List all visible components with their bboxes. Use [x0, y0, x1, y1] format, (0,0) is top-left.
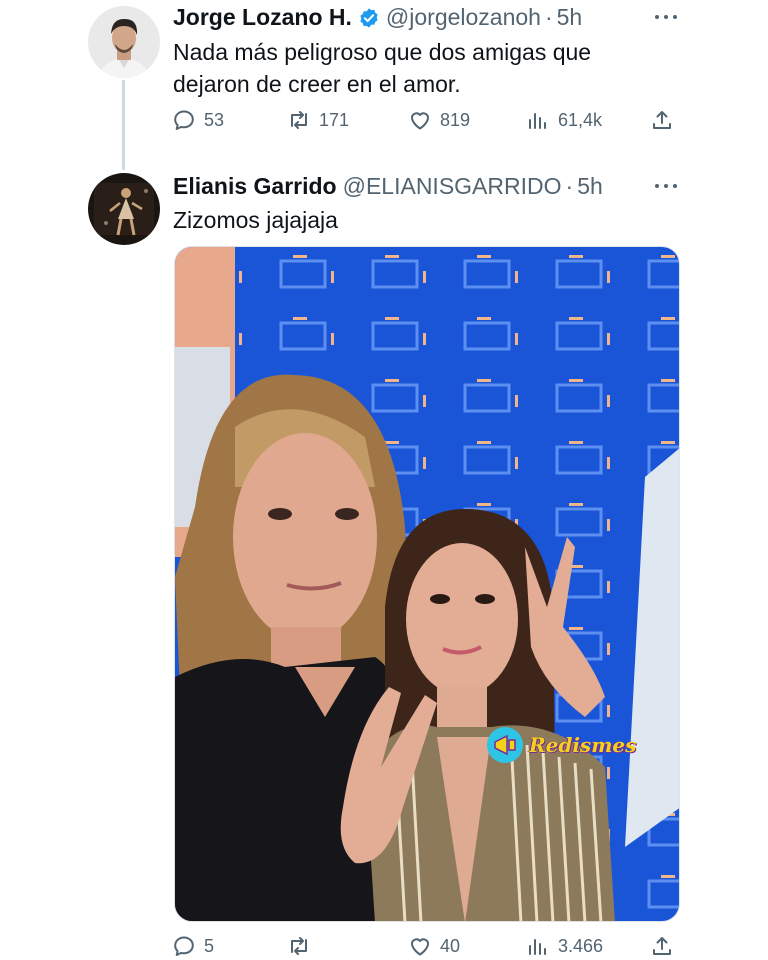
avatar-elianis[interactable] [88, 173, 160, 245]
tweet-time[interactable]: 5h [557, 4, 583, 31]
tweet-photo[interactable]: Redismes [174, 246, 680, 922]
author-name[interactable]: Elianis Garrido [173, 173, 337, 200]
separator-dot: · [544, 4, 553, 30]
more-icon[interactable] [654, 12, 680, 22]
reply-count: 53 [204, 109, 225, 130]
views-count: 61,4k [558, 109, 603, 130]
views-count: 3.466 [558, 935, 604, 956]
author-handle[interactable]: @ELIANISGARRIDO [343, 173, 562, 200]
retweet-button[interactable]: 171 [287, 108, 349, 132]
like-count: 40 [440, 935, 461, 956]
like-button[interactable]: 40 [408, 934, 460, 958]
views-icon [529, 939, 546, 955]
heart-icon [411, 112, 429, 130]
heart-icon [411, 938, 429, 956]
like-count: 819 [440, 109, 471, 130]
reply-icon [174, 110, 194, 130]
share-icon [653, 111, 671, 129]
tweet1-header: Jorge Lozano H. @jorgelozanoh · 5h [173, 4, 582, 31]
separator-dot: · [565, 173, 574, 199]
share-icon [653, 937, 671, 955]
reply-icon [174, 936, 194, 956]
views-icon [529, 113, 546, 129]
views-button[interactable]: 61,4k [526, 108, 602, 132]
thread-line [122, 80, 125, 170]
tweet1-text-line1: Nada más peligroso que dos amigas que [173, 39, 592, 65]
tweet1-text-line2: dejaron de creer en el amor. [173, 71, 461, 97]
retweet-count: 171 [319, 109, 350, 130]
retweet-button[interactable] [287, 934, 319, 958]
tweet2-text: Zizomos jajajaja [173, 207, 338, 233]
megaphone-logo-icon [487, 727, 523, 763]
watermark: Redismes [485, 725, 636, 765]
like-button[interactable]: 819 [408, 108, 470, 132]
author-handle[interactable]: @jorgelozanoh [386, 4, 541, 31]
tweet2-actions: 5 40 3.466 [172, 934, 682, 960]
tweet1-actions: 53 171 819 61,4k [172, 108, 682, 138]
reply-button[interactable]: 53 [172, 108, 224, 132]
more-icon[interactable] [654, 181, 680, 191]
share-button[interactable] [650, 108, 682, 132]
reply-button[interactable]: 5 [172, 934, 214, 958]
tweet-time[interactable]: 5h [577, 173, 603, 200]
reply-count: 5 [204, 935, 215, 956]
tweet2-header: Elianis Garrido @ELIANISGARRIDO · 5h [173, 173, 603, 200]
avatar-jorge[interactable] [88, 6, 160, 78]
verified-badge-icon [360, 7, 378, 28]
author-name[interactable]: Jorge Lozano H. [173, 4, 352, 31]
photo-image [175, 247, 679, 921]
retweet-icon [291, 111, 307, 129]
watermark-text: Redismes [529, 733, 637, 757]
tweet1-text: Nada más peligroso que dos amigas que de… [173, 36, 591, 100]
retweet-icon [291, 937, 307, 955]
share-button[interactable] [650, 934, 682, 958]
views-button[interactable]: 3.466 [526, 934, 603, 958]
